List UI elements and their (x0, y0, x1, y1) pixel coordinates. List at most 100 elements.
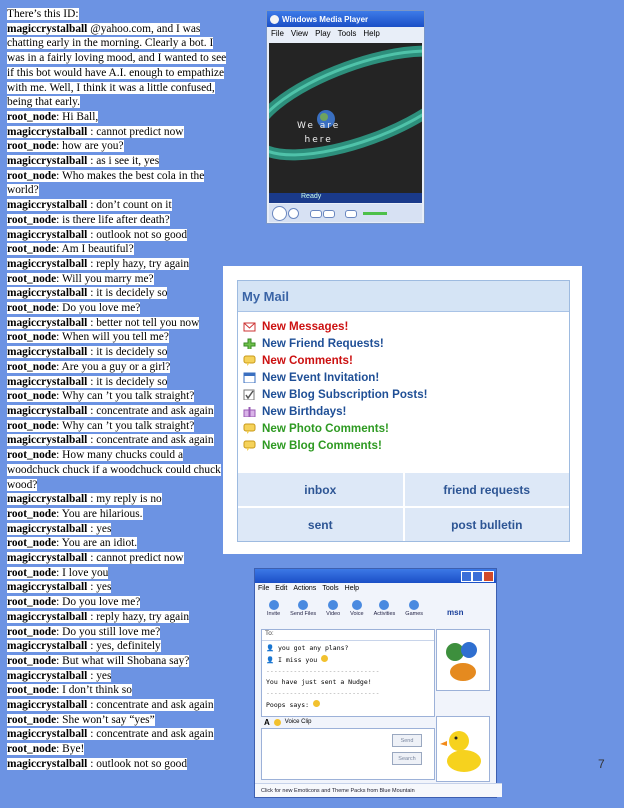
wmp-title-bar: Windows Media Player (267, 11, 424, 27)
chat-message: : concentrate and ask again (87, 434, 214, 447)
chat-speaker: magiccrystalball (7, 404, 88, 417)
separator-line: ----------------------------- (266, 667, 380, 675)
chat-speaker: magiccrystalball (7, 346, 88, 359)
stop-button[interactable] (288, 208, 299, 219)
msn-menu-help[interactable]: Help (345, 585, 359, 592)
chat-speaker: root_node (7, 419, 57, 432)
next-button[interactable] (323, 210, 335, 218)
video-button[interactable]: Video (326, 600, 340, 617)
wmp-menu-tools[interactable]: Tools (338, 29, 357, 38)
msn-menu-tools[interactable]: Tools (322, 585, 338, 592)
send-button[interactable]: Send (392, 734, 422, 747)
invite-button[interactable]: Invite (267, 600, 280, 617)
mail-item[interactable]: New Friend Requests! (243, 335, 569, 352)
speech-bubble-icon (243, 355, 256, 366)
intro-text: @yahoo.com, and I was chatting early in … (7, 22, 227, 109)
chat-speaker: magiccrystalball (7, 669, 88, 682)
mail-item[interactable]: New Comments! (243, 352, 569, 369)
msn-menu-file[interactable]: File (258, 585, 269, 592)
chat-speaker: root_node (7, 684, 57, 697)
font-button[interactable]: A (264, 718, 270, 727)
chat-message: : how are you? (56, 140, 124, 153)
windows-media-player-window: Windows Media Player File View Play Tool… (266, 10, 425, 224)
format-toolbar: A Voice Clip (261, 717, 436, 727)
inbox-button[interactable]: inbox (238, 473, 403, 506)
mail-item[interactable]: New Blog Comments! (243, 437, 569, 454)
chat-message: : it is decidely so (87, 375, 168, 388)
chat-message: : concentrate and ask again (87, 404, 214, 417)
voice-clip-button[interactable]: Voice Clip (285, 719, 312, 725)
chat-line: root_node: how are you? (7, 139, 229, 154)
mute-button[interactable] (345, 210, 357, 218)
wmp-menu-help[interactable]: Help (363, 29, 379, 38)
games-button[interactable]: Games (405, 600, 423, 617)
minimize-button[interactable] (461, 571, 472, 582)
activities-button[interactable]: Activities (374, 600, 395, 617)
smiley-icon (321, 655, 329, 662)
wmp-menu-play[interactable]: Play (315, 29, 331, 38)
chat-message: : reply hazy, try again (87, 610, 190, 623)
rubber-duck-icon (440, 731, 481, 772)
chat-line: magiccrystalball : don’t count on it (7, 198, 229, 213)
send-files-button[interactable]: Send Files (290, 600, 316, 617)
chat-message: : Why can ’t you talk straight? (56, 390, 195, 403)
chat-line: magiccrystalball : concentrate and ask a… (7, 727, 229, 742)
msn-menu-actions[interactable]: Actions (293, 585, 316, 592)
chat-line: magiccrystalball : outlook not so good (7, 228, 229, 243)
intro-text: There’s this ID: (7, 8, 79, 20)
wmp-menu-view[interactable]: View (291, 29, 308, 38)
friend-requests-button[interactable]: friend requests (404, 473, 569, 506)
chat-message: : Do you love me? (56, 596, 141, 609)
mail-item[interactable]: New Messages! (243, 318, 569, 335)
chat-message: : When will you tell me? (56, 331, 169, 344)
sent-button[interactable]: sent (238, 508, 403, 541)
chat-message: : cannot predict now (87, 125, 184, 138)
chat-line: root_node: is there life after death? (7, 213, 229, 228)
search-button[interactable]: Search (392, 752, 422, 765)
chat-message: : yes, definitely (87, 640, 161, 653)
mail-item[interactable]: New Blog Subscription Posts! (243, 386, 569, 403)
my-mail-title: My Mail (238, 281, 569, 312)
mail-notification-list: New Messages! New Friend Requests! New Com… (238, 312, 569, 454)
chat-speaker: magiccrystalball (7, 375, 88, 388)
chat-speaker: root_node (7, 110, 57, 123)
emoticon-button[interactable] (273, 718, 281, 726)
games-icon (409, 600, 420, 610)
calendar-icon (243, 372, 256, 383)
activities-icon (379, 600, 390, 610)
envelope-icon (243, 322, 256, 332)
chat-speaker: root_node (7, 596, 57, 609)
chat-message: : Hi Ball, (56, 110, 99, 123)
chat-message: : But what will Shobana say? (56, 654, 190, 667)
post-bulletin-button[interactable]: post bulletin (404, 508, 569, 541)
play-button[interactable] (272, 206, 287, 221)
close-button[interactable] (483, 571, 494, 582)
chat-speaker: root_node (7, 331, 57, 344)
chat-speaker: root_node (7, 390, 57, 403)
plus-icon (243, 338, 256, 349)
maximize-button[interactable] (472, 571, 483, 582)
chat-message: : concentrate and ask again (87, 728, 214, 741)
voice-button[interactable]: Voice (350, 600, 364, 617)
msn-menu-edit[interactable]: Edit (275, 585, 287, 592)
chat-message: : Will you marry me? (56, 272, 154, 285)
intro-user-id: magiccrystalball (7, 22, 88, 35)
volume-slider[interactable] (363, 212, 387, 215)
mail-item[interactable]: New Photo Comments! (243, 420, 569, 437)
msn-butterfly-icon (446, 642, 477, 681)
chat-message: : Am I beautiful? (56, 243, 134, 256)
chat-line: root_node: How many chucks could a woodc… (7, 448, 229, 492)
wmp-menu-file[interactable]: File (271, 29, 284, 38)
msn-footer-link[interactable]: Click for new Emoticons and Theme Packs … (255, 783, 502, 797)
chat-message: : You are an idiot. (56, 537, 138, 550)
mail-item[interactable]: New Event Invitation! (243, 369, 569, 386)
chat-message: : is there life after death? (56, 213, 170, 226)
voice-icon (351, 600, 362, 610)
mail-item[interactable]: New Birthdays! (243, 403, 569, 420)
chat-line: root_node: But what will Shobana say? (7, 654, 229, 669)
chat-message: : yes (87, 669, 112, 682)
video-caption: We are here (297, 121, 341, 145)
chat-speaker: magiccrystalball (7, 757, 88, 770)
mail-button-grid: inbox friend requests sent post bulletin (238, 473, 569, 541)
previous-button[interactable] (310, 210, 322, 218)
